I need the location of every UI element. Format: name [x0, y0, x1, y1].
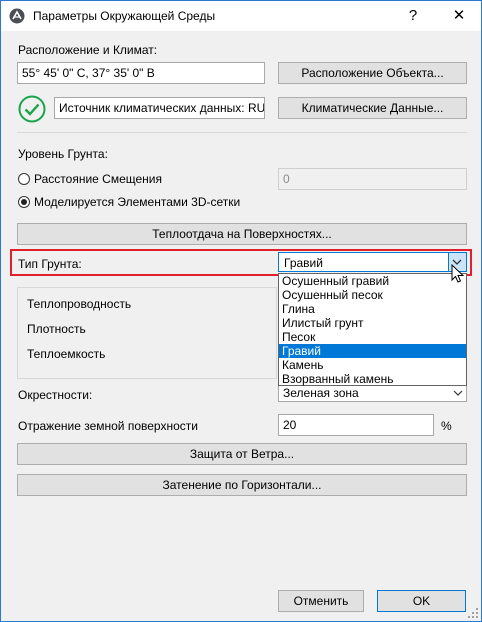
dropdown-option[interactable]: Песок	[279, 330, 466, 344]
help-icon: ?	[408, 7, 418, 24]
surroundings-label: Окрестности:	[18, 388, 93, 402]
coordinates-field: 55° 45' 0" С, 37° 35' 0" В	[17, 62, 265, 84]
divider	[17, 132, 467, 133]
radio-dot	[21, 199, 27, 205]
help-button[interactable]: ?	[391, 1, 435, 31]
climate-source-field: Источник климатических данных: RUS	[54, 97, 265, 119]
heat-capacity-label: Теплоемкость	[27, 347, 106, 361]
dropdown-option[interactable]: Глина	[279, 302, 466, 316]
dropdown-option[interactable]: Осушенный песок	[279, 288, 466, 302]
dropdown-option[interactable]: Осушенный гравий	[279, 274, 466, 288]
environment-settings-dialog: Параметры Окружающей Среды ? ✕ Расположе…	[0, 0, 482, 622]
dropdown-option-selected[interactable]: Гравий	[279, 344, 466, 358]
cancel-button[interactable]: Отменить	[278, 590, 364, 612]
conductivity-label: Теплопроводность	[27, 297, 132, 311]
climate-data-button[interactable]: Климатические Данные...	[278, 97, 467, 119]
dropdown-option[interactable]: Взорванный камень	[279, 372, 466, 386]
soil-type-label: Тип Грунта:	[18, 257, 82, 271]
offset-value-field[interactable]: 0	[278, 168, 467, 190]
dropdown-option[interactable]: Камень	[279, 358, 466, 372]
heat-transfer-button[interactable]: Теплоотдача на Поверхностях...	[17, 223, 467, 245]
check-circle-icon	[18, 95, 46, 123]
title-bar: Параметры Окружающей Среды ? ✕	[1, 1, 481, 31]
dropdown-option[interactable]: Илистый грунт	[279, 316, 466, 330]
ok-button[interactable]: OK	[377, 590, 466, 612]
soil-type-value: Гравий	[284, 256, 323, 270]
percent-unit: %	[441, 419, 452, 433]
wind-protection-button[interactable]: Защита от Ветра...	[17, 443, 467, 465]
location-button[interactable]: Расположение Объекта...	[278, 62, 467, 84]
surroundings-value: Зеленая зона	[283, 386, 359, 400]
window-title: Параметры Окружающей Среды	[33, 9, 216, 23]
reflectance-label: Отражение земной поверхности	[18, 419, 198, 433]
location-section-label: Расположение и Климат:	[18, 43, 158, 57]
chevron-down-icon	[453, 390, 463, 396]
soil-type-dropdown-list: Осушенный гравий Осушенный песок Глина И…	[278, 273, 467, 386]
close-icon: ✕	[452, 7, 466, 24]
mouse-cursor-icon	[451, 264, 465, 283]
mesh-radio-label[interactable]: Моделируется Элементами 3D-сетки	[34, 195, 240, 209]
mesh-radio[interactable]	[18, 196, 30, 208]
ground-section-label: Уровень Грунта:	[18, 147, 108, 161]
density-label: Плотность	[27, 322, 86, 336]
resize-grip-icon[interactable]	[467, 607, 479, 619]
offset-radio[interactable]	[18, 173, 30, 185]
reflectance-input[interactable]: 20	[278, 414, 434, 436]
offset-radio-label[interactable]: Расстояние Смещения	[34, 172, 162, 186]
horizon-shading-button[interactable]: Затенение по Горизонтали...	[17, 474, 467, 496]
archicad-app-icon	[9, 8, 25, 24]
close-button[interactable]: ✕	[437, 1, 481, 31]
soil-type-select[interactable]: Гравий	[278, 252, 467, 272]
